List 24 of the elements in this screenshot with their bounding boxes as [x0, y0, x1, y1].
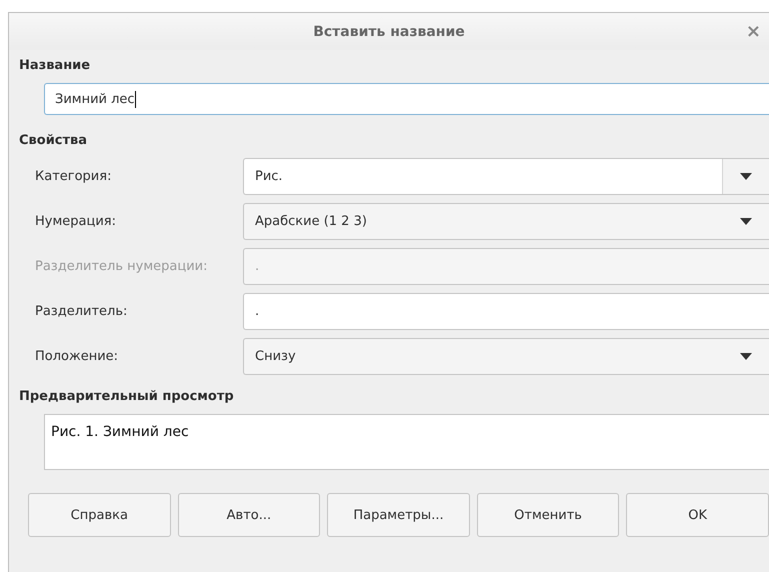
dropdown-field[interactable]: Снизу [243, 338, 769, 375]
caret-icon [740, 353, 752, 360]
category-combo-field[interactable]: Рис. [243, 158, 769, 195]
dialog-button[interactable]: Авто... [178, 493, 320, 537]
section-heading: Название [19, 58, 92, 73]
dialog-button[interactable]: Параметры... [327, 493, 470, 537]
field-label: Разделитель: [34, 304, 128, 319]
window-title: Вставить название [313, 24, 465, 40]
dialog-button[interactable]: Отменить [476, 493, 620, 537]
dropdown-button[interactable] [722, 159, 769, 194]
field-label: Положение: [34, 349, 120, 364]
caption-field[interactable]: Зимний лес [44, 83, 769, 115]
field-label: Разделитель нумерации: [34, 259, 208, 274]
preview-text: Рис. 1. Зимний лес [51, 424, 189, 440]
field-label: Категория: [34, 169, 112, 184]
dialog-button[interactable]: OK [626, 493, 769, 537]
input-field[interactable]: . [243, 293, 769, 330]
caret-icon [740, 173, 752, 180]
caret-icon [740, 218, 752, 225]
dropdown-field[interactable]: Арабские (1 2 3) [243, 203, 769, 240]
field-label: Нумерация: [34, 214, 117, 229]
section-heading: Свойства [19, 133, 88, 148]
section-heading: Предварительный просмотр [19, 389, 235, 404]
dialog-button[interactable]: Справка [28, 493, 171, 537]
